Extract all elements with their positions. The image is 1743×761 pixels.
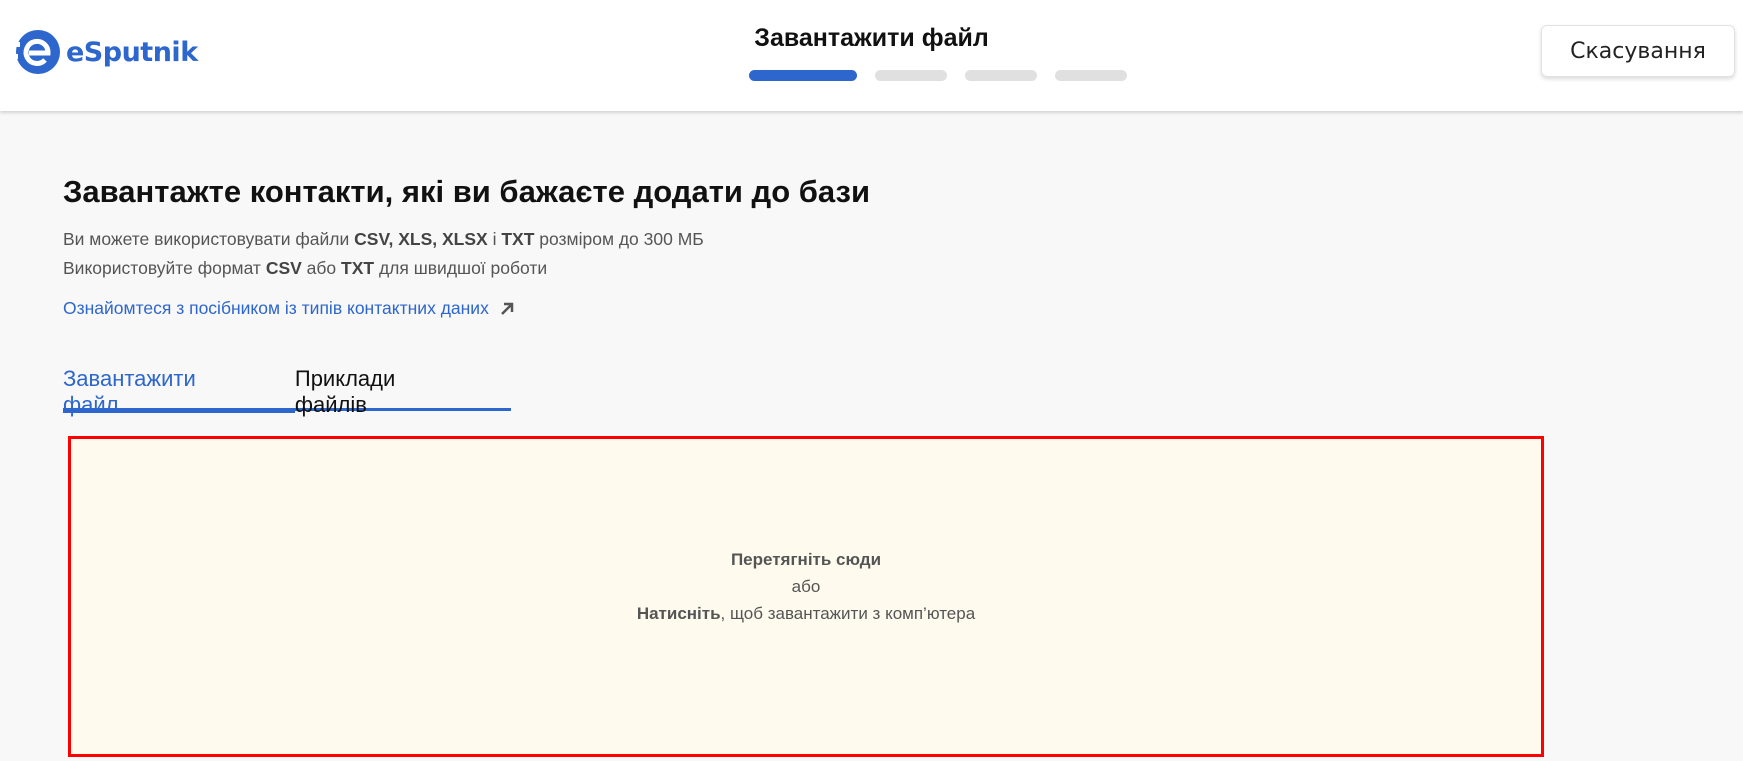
- dropzone-click-text: Натисніть, щоб завантажити з комп’ютера: [636, 604, 976, 623]
- page-heading: Завантажте контакти, які ви бажаєте дода…: [63, 174, 871, 209]
- dropzone-or-text: або: [791, 577, 821, 596]
- step-title: Завантажити файл: [754, 24, 989, 52]
- supported-formats-text: Ви можете використовувати файли CSV, XLS…: [63, 229, 704, 249]
- recommended-format-text: Використовуйте формат CSV або TXT для шв…: [63, 258, 548, 278]
- top-header: eSputnik Завантажити файл Скасування: [0, 0, 1743, 111]
- step-progress: [749, 70, 1127, 81]
- step-4-indicator: [1055, 70, 1127, 81]
- guide-link[interactable]: Ознайомтеся з посібником із типів контак…: [63, 298, 515, 319]
- step-3-indicator: [965, 70, 1037, 81]
- upload-tabs: Завантажити файл Приклади файлів: [63, 366, 511, 417]
- tab-file-examples[interactable]: Приклади файлів: [295, 366, 511, 417]
- step-1-indicator: [749, 70, 857, 81]
- cancel-button[interactable]: Скасування: [1541, 25, 1735, 77]
- dropzone-drag-text: Перетягніть сюди: [730, 550, 882, 569]
- step-2-indicator: [875, 70, 947, 81]
- tab-upload-file[interactable]: Завантажити файл: [63, 366, 295, 417]
- file-dropzone[interactable]: Перетягніть сюди або Натисніть, щоб зава…: [68, 436, 1544, 757]
- external-arrow-icon: [500, 302, 514, 315]
